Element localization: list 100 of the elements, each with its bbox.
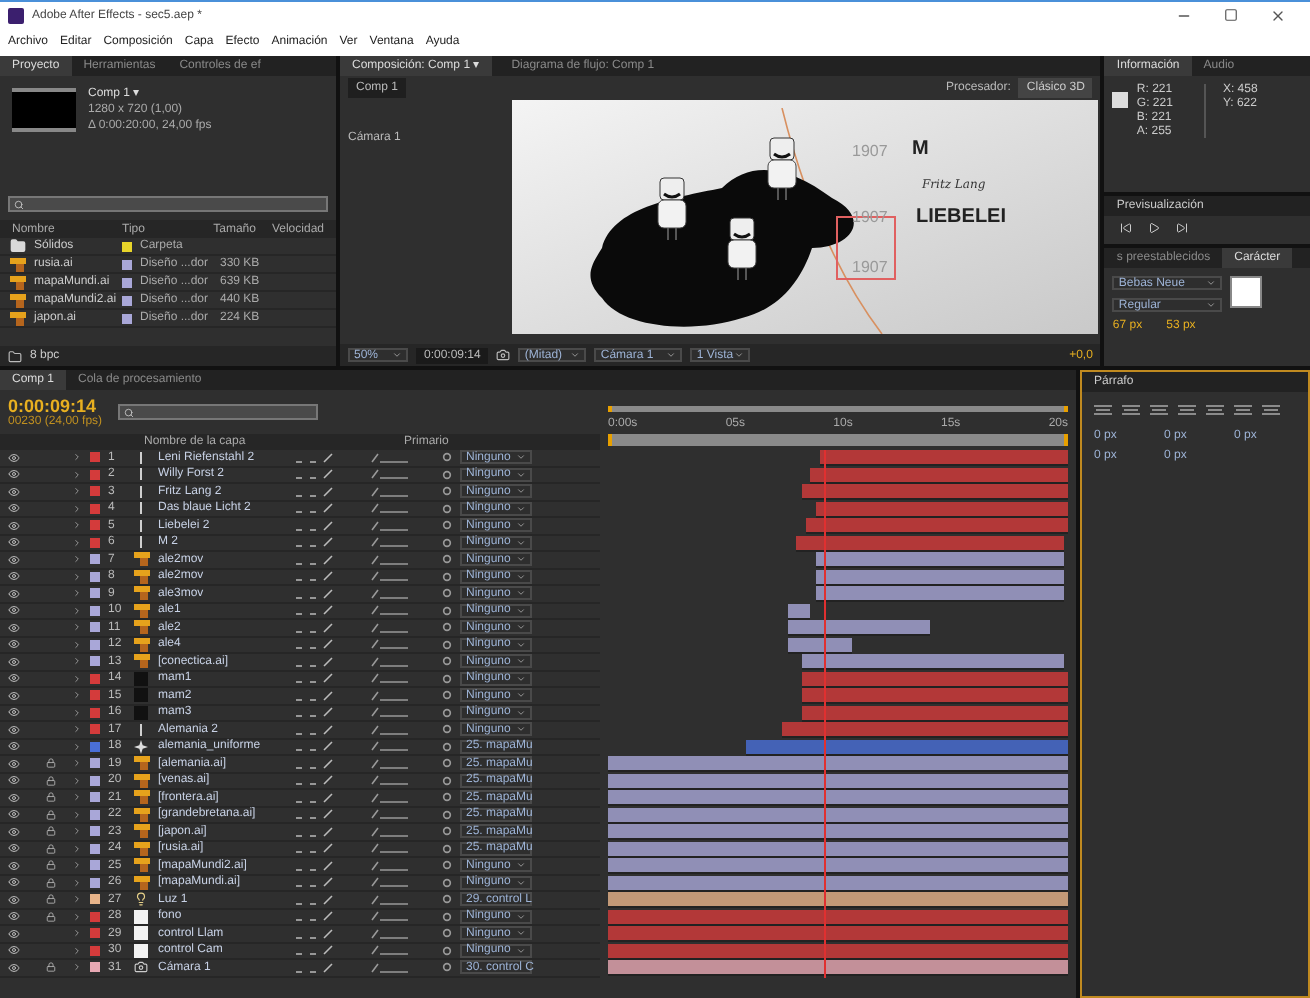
align-icon[interactable] xyxy=(1262,404,1280,418)
visibility-eye-icon[interactable] xyxy=(8,587,20,600)
motion-blur-switches-icon[interactable] xyxy=(370,468,410,481)
visibility-eye-icon[interactable] xyxy=(8,553,20,566)
motion-blur-switches-icon[interactable] xyxy=(370,842,410,855)
visibility-eye-icon[interactable] xyxy=(8,485,20,498)
label-color-swatch[interactable] xyxy=(90,588,100,599)
visibility-eye-icon[interactable] xyxy=(8,757,20,770)
visibility-eye-icon[interactable] xyxy=(8,638,20,651)
label-color-swatch[interactable] xyxy=(90,792,100,803)
layer-duration-bar[interactable] xyxy=(608,943,1068,959)
label-color-swatch[interactable] xyxy=(90,724,100,735)
visibility-eye-icon[interactable] xyxy=(8,655,20,668)
label-color-swatch[interactable] xyxy=(90,894,100,905)
first-frame-icon[interactable] xyxy=(1120,222,1133,234)
layer-duration-bar[interactable] xyxy=(608,892,1068,908)
motion-blur-switches-icon[interactable] xyxy=(370,791,410,804)
motion-blur-switches-icon[interactable] xyxy=(370,638,410,651)
timecode[interactable]: 0:00:09:14 xyxy=(8,397,103,415)
layer-duration-bar[interactable] xyxy=(801,484,1068,500)
motion-blur-switches-icon[interactable] xyxy=(370,927,410,940)
visibility-eye-icon[interactable] xyxy=(8,961,20,974)
motion-blur-switches-icon[interactable] xyxy=(370,655,410,668)
label-color-swatch[interactable] xyxy=(90,537,100,548)
layer-duration-bar[interactable] xyxy=(815,552,1064,568)
layer-duration-bar[interactable] xyxy=(608,926,1068,942)
motion-blur-switches-icon[interactable] xyxy=(370,553,410,566)
label-color-swatch[interactable] xyxy=(90,775,100,786)
motion-blur-switches-icon[interactable] xyxy=(370,485,410,498)
maximize-icon[interactable] xyxy=(1224,8,1238,22)
layer-duration-bar[interactable] xyxy=(815,501,1068,517)
motion-blur-switches-icon[interactable] xyxy=(370,876,410,889)
visibility-eye-icon[interactable] xyxy=(8,519,20,532)
motion-blur-switches-icon[interactable] xyxy=(370,740,410,753)
motion-blur-switches-icon[interactable] xyxy=(370,536,410,549)
visibility-eye-icon[interactable] xyxy=(8,672,20,685)
label-color-swatch[interactable] xyxy=(90,452,100,463)
lock-icon[interactable] xyxy=(45,792,55,803)
lock-icon[interactable] xyxy=(45,860,55,871)
label-color-swatch[interactable] xyxy=(90,843,100,854)
layer-duration-bar[interactable] xyxy=(801,688,1068,704)
label-color-swatch[interactable] xyxy=(90,690,100,701)
label-color-swatch[interactable] xyxy=(90,554,100,565)
align-icon[interactable] xyxy=(1206,404,1224,418)
layer-duration-bar[interactable] xyxy=(815,569,1064,585)
layer-duration-bar[interactable] xyxy=(608,841,1068,857)
visibility-eye-icon[interactable] xyxy=(8,859,20,872)
layer-duration-bar[interactable] xyxy=(801,671,1068,687)
snapshot-icon[interactable] xyxy=(496,348,511,362)
lock-icon[interactable] xyxy=(45,843,55,854)
layer-duration-bar[interactable] xyxy=(608,909,1068,925)
motion-blur-switches-icon[interactable] xyxy=(370,502,410,515)
close-icon[interactable] xyxy=(1270,8,1286,24)
motion-blur-switches-icon[interactable] xyxy=(370,689,410,702)
visibility-eye-icon[interactable] xyxy=(8,791,20,804)
label-color-swatch[interactable] xyxy=(90,469,100,480)
layer-duration-bar[interactable] xyxy=(787,637,852,653)
visibility-eye-icon[interactable] xyxy=(8,740,20,753)
layer-duration-bar[interactable] xyxy=(608,790,1068,806)
visibility-eye-icon[interactable] xyxy=(8,876,20,889)
fill-color-swatch[interactable] xyxy=(1230,276,1263,308)
label-color-swatch[interactable] xyxy=(90,945,100,956)
search-field[interactable] xyxy=(8,196,328,212)
layer-duration-bar[interactable] xyxy=(805,518,1068,534)
play-icon[interactable] xyxy=(1148,222,1161,234)
label-color-swatch[interactable] xyxy=(90,928,100,939)
label-color-swatch[interactable] xyxy=(90,605,100,616)
layer-duration-bar[interactable] xyxy=(608,960,1068,976)
visibility-eye-icon[interactable] xyxy=(8,536,20,549)
layer-duration-bar[interactable] xyxy=(787,620,930,636)
layer-duration-bar[interactable] xyxy=(796,535,1064,551)
layer-duration-bar[interactable] xyxy=(608,773,1068,789)
visibility-eye-icon[interactable] xyxy=(8,910,20,923)
label-color-swatch[interactable] xyxy=(90,639,100,650)
label-color-swatch[interactable] xyxy=(90,911,100,922)
layer-duration-bar[interactable] xyxy=(801,705,1068,721)
lock-icon[interactable] xyxy=(45,894,55,905)
label-color-swatch[interactable] xyxy=(90,809,100,820)
visibility-eye-icon[interactable] xyxy=(8,689,20,702)
align-icon[interactable] xyxy=(1234,404,1252,418)
motion-blur-switches-icon[interactable] xyxy=(370,723,410,736)
visibility-eye-icon[interactable] xyxy=(8,451,20,464)
lock-icon[interactable] xyxy=(45,911,55,922)
visibility-eye-icon[interactable] xyxy=(8,570,20,583)
motion-blur-switches-icon[interactable] xyxy=(370,604,410,617)
motion-blur-switches-icon[interactable] xyxy=(370,893,410,906)
label-color-swatch[interactable] xyxy=(90,741,100,752)
layer-search-field[interactable] xyxy=(118,404,319,420)
lock-icon[interactable] xyxy=(45,809,55,820)
label-color-swatch[interactable] xyxy=(90,571,100,582)
visibility-eye-icon[interactable] xyxy=(8,723,20,736)
motion-blur-switches-icon[interactable] xyxy=(370,570,410,583)
layer-duration-bar[interactable] xyxy=(608,756,1068,772)
motion-blur-switches-icon[interactable] xyxy=(370,961,410,974)
motion-blur-switches-icon[interactable] xyxy=(370,825,410,838)
label-color-swatch[interactable] xyxy=(90,673,100,684)
motion-blur-switches-icon[interactable] xyxy=(370,859,410,872)
motion-blur-switches-icon[interactable] xyxy=(370,757,410,770)
layer-duration-bar[interactable] xyxy=(608,875,1068,891)
playhead-line[interactable] xyxy=(823,450,826,977)
